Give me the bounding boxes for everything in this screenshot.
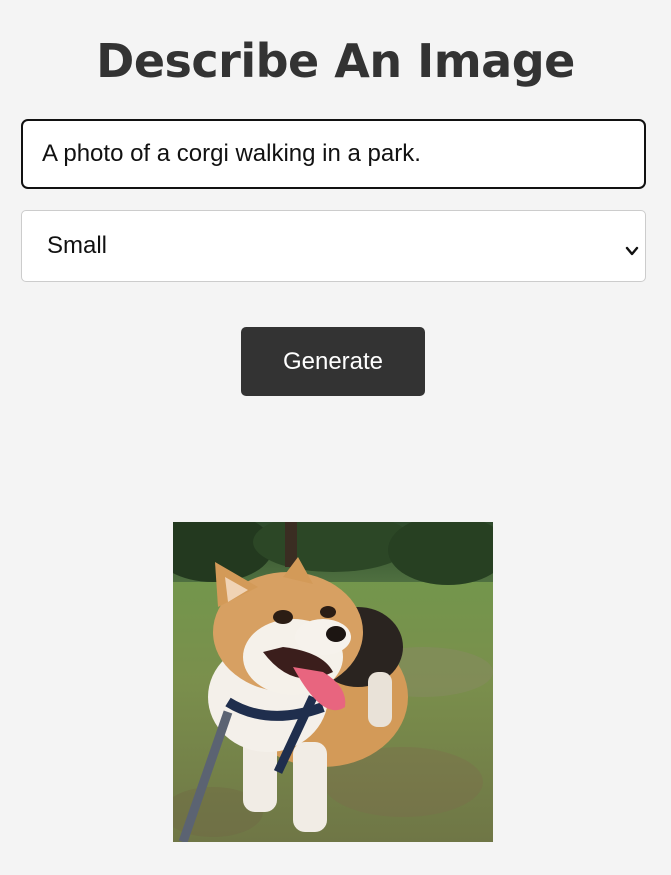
corgi-photo bbox=[173, 522, 493, 842]
chevron-down-icon bbox=[625, 237, 639, 256]
size-select-value: Small bbox=[47, 232, 108, 259]
generated-image bbox=[173, 522, 493, 842]
prompt-input[interactable] bbox=[21, 119, 646, 189]
size-select[interactable]: Small bbox=[21, 210, 646, 282]
generate-button[interactable]: Generate bbox=[241, 327, 425, 396]
page: Describe An Image Small Generate bbox=[0, 0, 671, 875]
page-title: Describe An Image bbox=[96, 34, 575, 88]
